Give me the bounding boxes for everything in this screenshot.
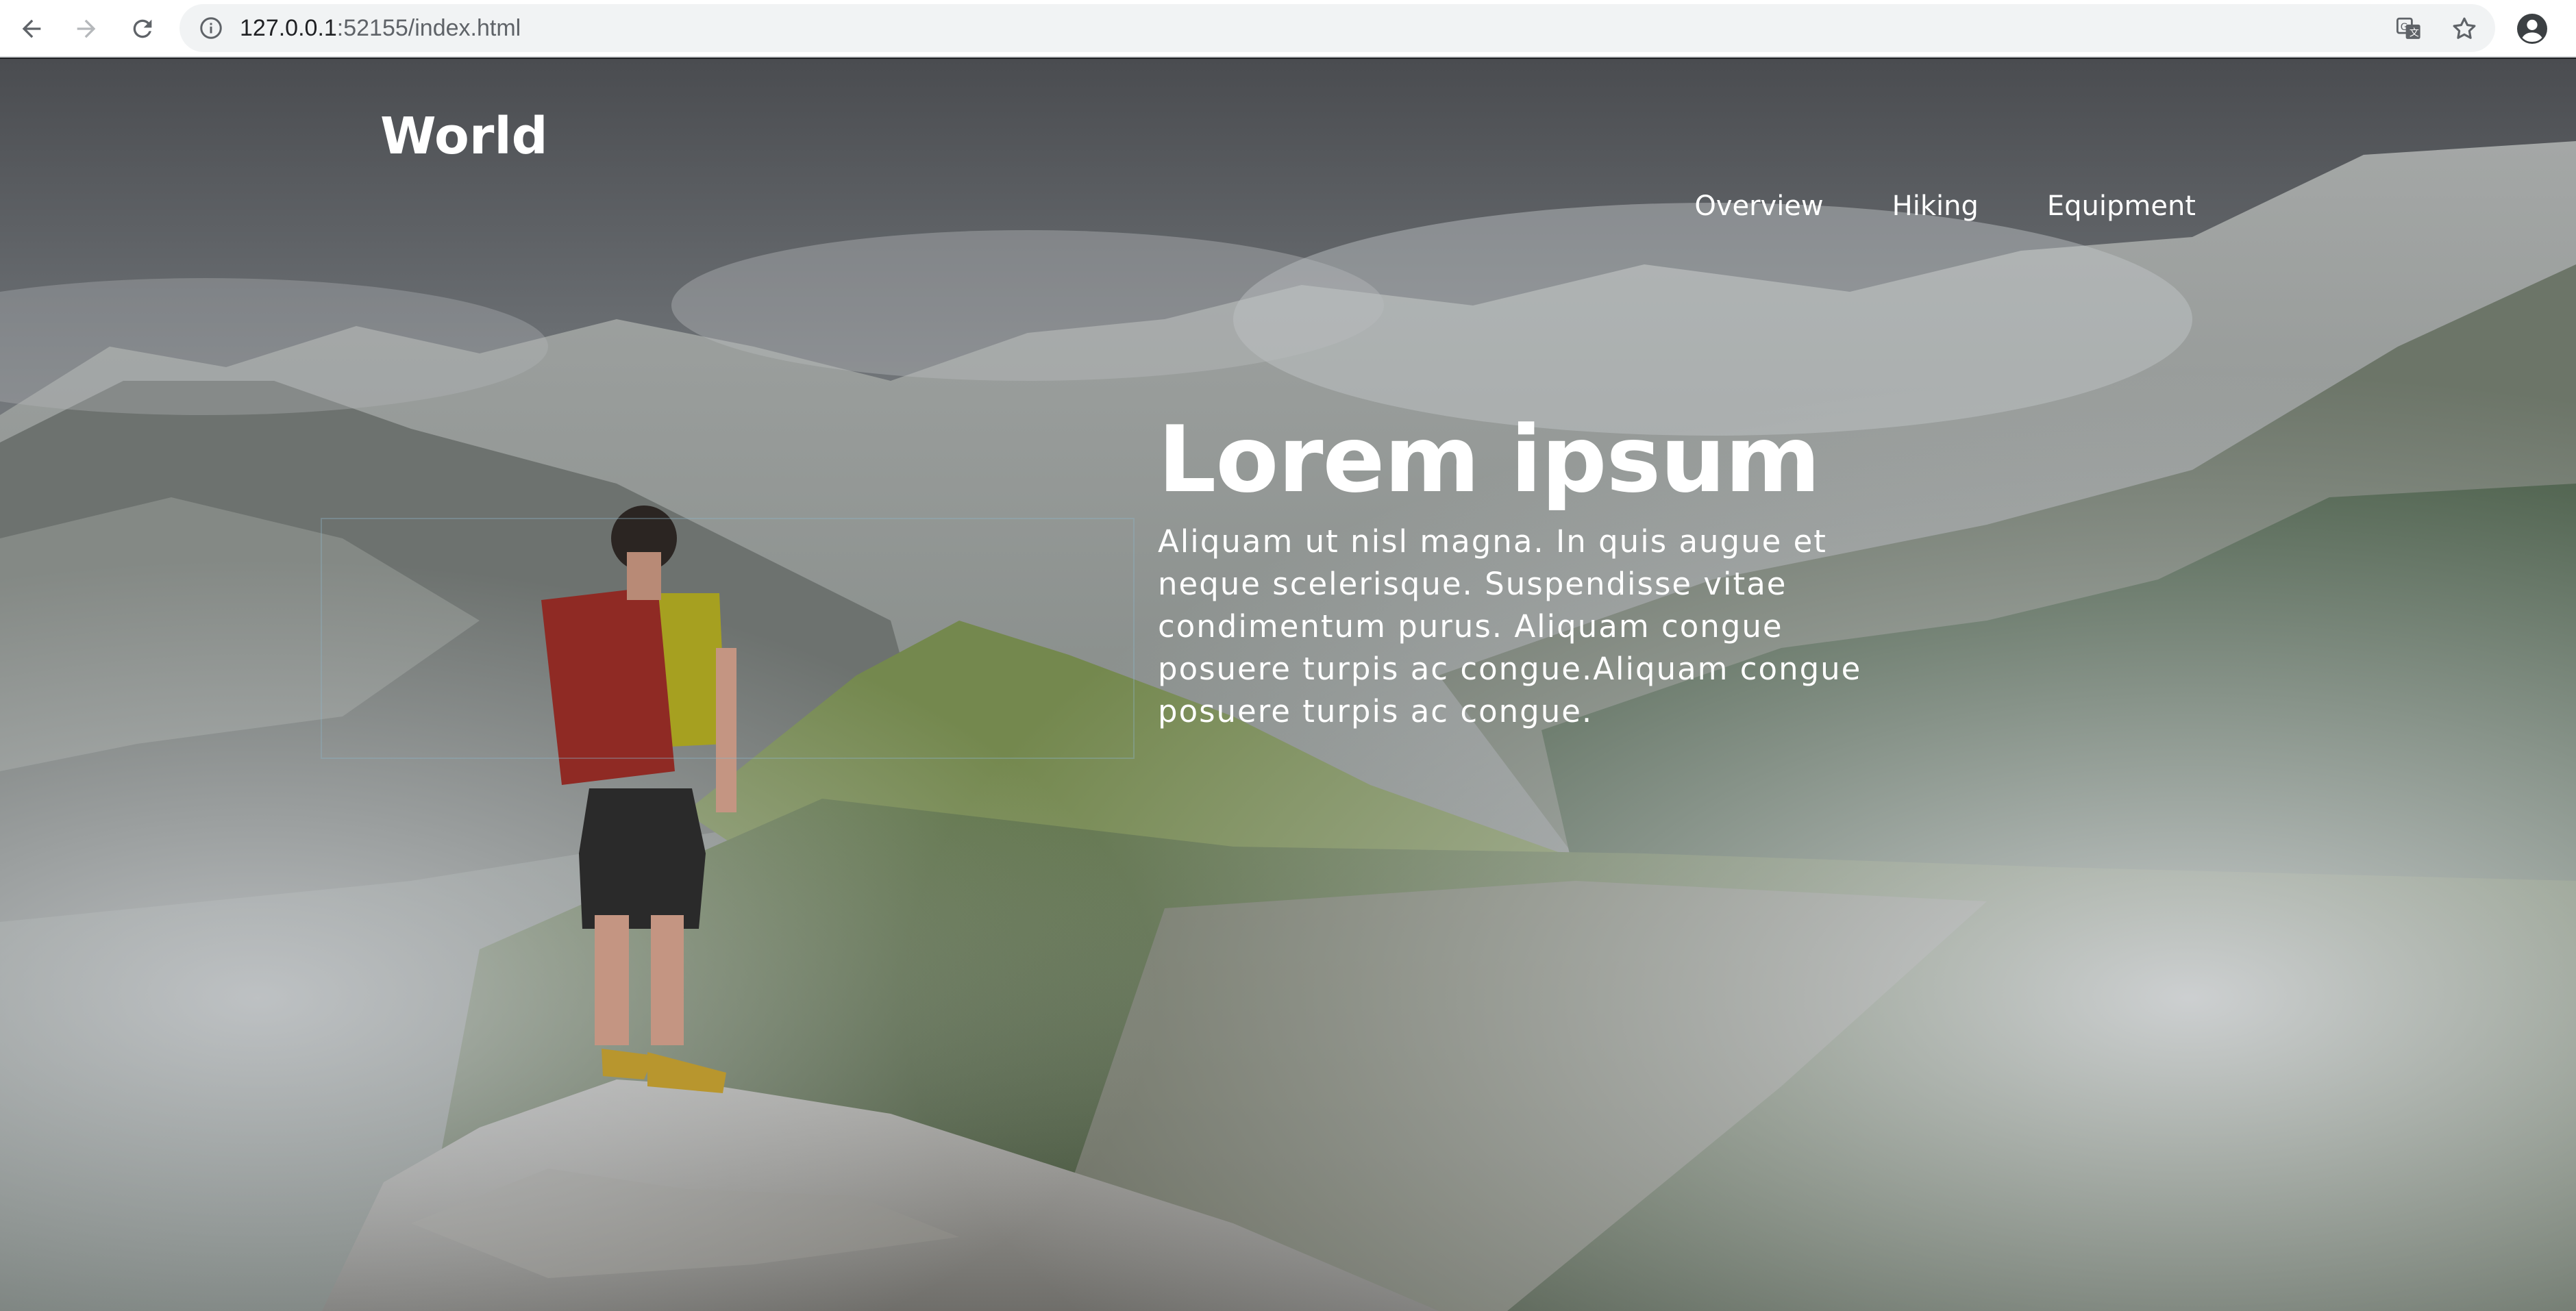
hero-text-block: Lorem ipsum Aliquam ut nisl magna. In qu…	[1158, 401, 1925, 733]
arrow-right-icon	[77, 19, 96, 38]
svg-text:文: 文	[2410, 28, 2419, 39]
outline-box	[321, 518, 1135, 759]
url-path: :52155/index.html	[336, 15, 521, 41]
url-host: 127.0.0.1	[240, 15, 337, 41]
star-icon[interactable]	[2450, 14, 2479, 43]
nav-link-overview[interactable]: Overview	[1694, 190, 1823, 222]
nav-link-hiking[interactable]: Hiking	[1892, 190, 1979, 222]
site-logo[interactable]: World	[380, 107, 548, 166]
reload-button[interactable]	[121, 7, 164, 51]
hero-title: Lorem ipsum	[1158, 406, 1820, 513]
arrow-left-icon	[22, 19, 41, 38]
forward-button[interactable]	[64, 7, 108, 51]
profile-button[interactable]	[2512, 8, 2553, 49]
nav-link-equipment[interactable]: Equipment	[2047, 190, 2196, 222]
address-bar[interactable]: 127.0.0.1:52155/index.html G 文	[179, 4, 2495, 52]
url-text[interactable]: 127.0.0.1:52155/index.html	[240, 4, 521, 52]
svg-text:G: G	[2401, 22, 2408, 33]
account-circle-icon	[2517, 14, 2547, 44]
browser-toolbar: 127.0.0.1:52155/index.html G 文	[0, 0, 2576, 58]
translate-icon[interactable]: G 文	[2394, 14, 2423, 43]
main-nav: Overview Hiking Equipment	[1694, 190, 2196, 222]
hero-body: Aliquam ut nisl magna. In quis augue et …	[1158, 523, 1862, 729]
info-icon[interactable]	[199, 16, 223, 40]
hero-section: World Overview Hiking Equipment Lorem ip…	[0, 59, 2576, 1311]
reload-icon	[133, 19, 152, 38]
back-button[interactable]	[10, 7, 53, 51]
